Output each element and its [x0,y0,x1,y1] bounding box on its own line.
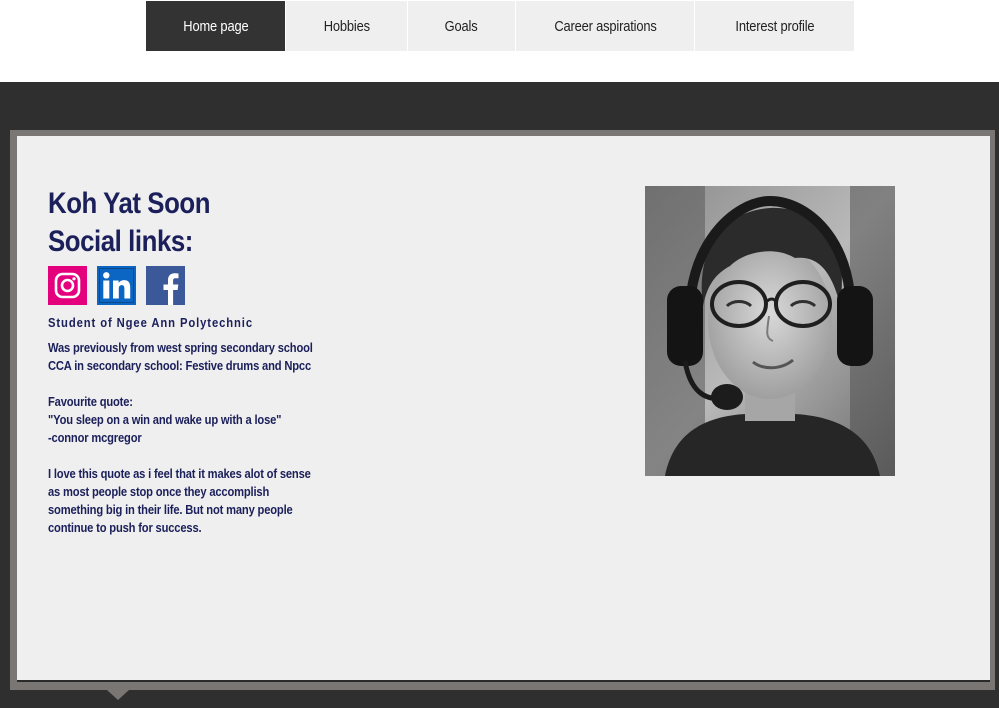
school-text: Student of Ngee Ann Polytechnic [48,316,254,330]
reflection-line: something big in their life. But not man… [48,502,293,517]
reflection-line: I love this quote as i feel that it make… [48,466,311,481]
quote-heading: Favourite quote: [48,394,133,409]
nav-interest-profile[interactable]: Interest profile [695,1,854,51]
profile-photo [645,186,895,476]
nav-hobbies-label: Hobbies [323,17,370,35]
facebook-icon[interactable] [146,266,185,305]
reflection-line: as most people stop once they accomplish [48,484,270,499]
nav-home-page[interactable]: Home page [146,1,286,51]
quote-author: -connor mcgregor [48,430,142,445]
nav-goals[interactable]: Goals [408,1,516,51]
nav-career-aspirations-label: Career aspirations [553,17,657,35]
nav-hobbies[interactable]: Hobbies [286,1,408,51]
social-links-title: Social links: [48,225,193,258]
nav-career-aspirations[interactable]: Career aspirations [516,1,695,51]
profile-name: Koh Yat Soon [48,187,211,220]
bio-text: Was previously from west spring secondar… [48,339,313,537]
frame-pointer [107,690,129,700]
nav-goals-label: Goals [445,17,478,35]
bio-line: Was previously from west spring secondar… [48,340,313,355]
nav-home-page-label: Home page [182,17,249,35]
social-links [48,266,185,305]
main-nav: Home page Hobbies Goals Career aspiratio… [146,1,854,51]
instagram-icon[interactable] [48,266,87,305]
nav-interest-profile-label: Interest profile [734,17,814,35]
bio-line: CCA in secondary school: Festive drums a… [48,358,311,373]
linkedin-icon[interactable] [97,266,136,305]
quote-text: "You sleep on a win and wake up with a l… [48,412,282,427]
reflection-line: continue to push for success. [48,520,202,535]
